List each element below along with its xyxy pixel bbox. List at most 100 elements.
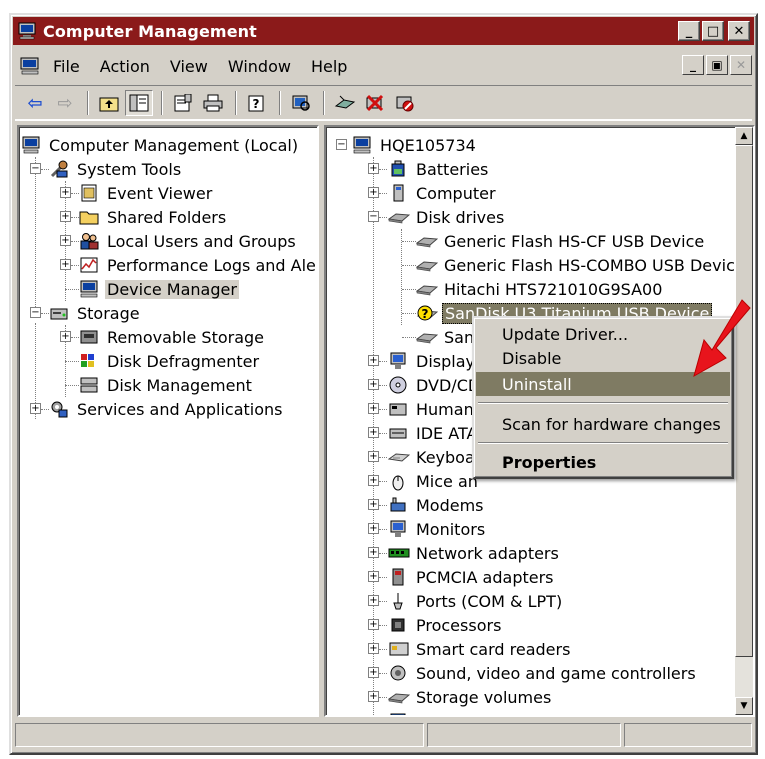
- collapse-toggle[interactable]: −: [336, 139, 347, 150]
- menu-help[interactable]: Help: [311, 57, 347, 76]
- tree-node-system-tools[interactable]: System Tools: [49, 157, 183, 181]
- child-close-button[interactable]: ✕: [730, 55, 752, 75]
- maximize-button[interactable]: □: [702, 21, 724, 41]
- menu-view[interactable]: View: [170, 57, 208, 76]
- collapse-toggle[interactable]: −: [30, 307, 41, 318]
- tree-node-storage[interactable]: Storage: [49, 301, 142, 325]
- menu-properties[interactable]: Properties: [476, 450, 730, 474]
- device-root-hqe105734[interactable]: HQE105734: [352, 133, 478, 157]
- device-node-12[interactable]: IDE ATA: [388, 421, 479, 445]
- device-node-6[interactable]: Hitachi HTS721010G9SA00: [415, 277, 664, 301]
- device-node-15[interactable]: Modems: [388, 493, 486, 517]
- child-minimize-button[interactable]: _: [682, 55, 704, 75]
- device-node-24[interactable]: System devices: [388, 709, 544, 715]
- collapse-toggle[interactable]: −: [368, 211, 379, 222]
- expand-toggle[interactable]: +: [368, 427, 379, 438]
- expand-toggle[interactable]: +: [368, 355, 379, 366]
- device-node-2[interactable]: Computer: [388, 181, 498, 205]
- child-restore-button[interactable]: ▣: [706, 55, 728, 75]
- expand-toggle[interactable]: +: [368, 667, 379, 678]
- disk-drive-icon: [415, 327, 439, 347]
- help-icon: ?: [248, 95, 264, 112]
- tree-node-services-applications[interactable]: Services and Applications: [49, 397, 284, 421]
- device-node-19[interactable]: Ports (COM & LPT): [388, 589, 564, 613]
- print-button[interactable]: [199, 90, 227, 116]
- forward-button[interactable]: ⇨: [51, 90, 79, 116]
- device-node-10[interactable]: DVD/CD: [388, 373, 482, 397]
- device-node-4[interactable]: Generic Flash HS-CF USB Device: [415, 229, 706, 253]
- device-node-8[interactable]: San: [415, 325, 476, 349]
- device-node-18[interactable]: PCMCIA adapters: [388, 565, 556, 589]
- tree-node-computer-management[interactable]: Computer Management (Local): [21, 133, 300, 157]
- expand-toggle[interactable]: +: [368, 547, 379, 558]
- expand-toggle[interactable]: +: [368, 451, 379, 462]
- vertical-scrollbar[interactable]: ▲ ▼: [735, 127, 753, 715]
- expand-toggle[interactable]: +: [368, 187, 379, 198]
- tree-node-device-manager[interactable]: Device Manager: [79, 277, 239, 301]
- expand-toggle[interactable]: +: [368, 379, 379, 390]
- scroll-down-button[interactable]: ▼: [735, 697, 753, 715]
- device-node-23[interactable]: Storage volumes: [387, 685, 553, 709]
- device-node-17[interactable]: Network adapters: [388, 541, 561, 565]
- back-button[interactable]: ⇦: [21, 90, 49, 116]
- tree-node-disk-management[interactable]: Disk Management: [79, 373, 254, 397]
- expand-toggle[interactable]: +: [368, 691, 379, 702]
- menu-file[interactable]: File: [53, 57, 80, 76]
- device-node-20[interactable]: Processors: [388, 613, 503, 637]
- expand-toggle[interactable]: +: [60, 211, 71, 222]
- tree-node-shared-folders[interactable]: Shared Folders: [79, 205, 228, 229]
- close-button[interactable]: ✕: [728, 21, 750, 41]
- mmc-document-icon[interactable]: [19, 55, 41, 77]
- device-node-11[interactable]: Human I: [388, 397, 486, 421]
- expand-toggle[interactable]: +: [368, 163, 379, 174]
- scroll-thumb[interactable]: [735, 145, 753, 657]
- device-node-16[interactable]: Monitors: [388, 517, 487, 541]
- performance-icon: [79, 255, 99, 275]
- tree-node-local-users-groups[interactable]: Local Users and Groups: [79, 229, 298, 253]
- tree-node-event-viewer[interactable]: Event Viewer: [79, 181, 214, 205]
- monitor-icon: [388, 519, 408, 539]
- show-hide-console-tree-button[interactable]: [125, 90, 153, 116]
- expand-toggle[interactable]: +: [30, 403, 41, 414]
- help-button[interactable]: ?: [243, 90, 271, 116]
- expand-toggle[interactable]: +: [60, 187, 71, 198]
- properties-toolbar-button[interactable]: [169, 90, 197, 116]
- device-node-3[interactable]: Disk drives: [387, 205, 506, 229]
- expand-toggle[interactable]: +: [60, 331, 71, 342]
- device-node-22[interactable]: Sound, video and game controllers: [388, 661, 698, 685]
- menu-scan-hardware[interactable]: Scan for hardware changes: [476, 412, 730, 436]
- update-driver-icon: [334, 95, 356, 109]
- expand-toggle[interactable]: +: [368, 715, 379, 717]
- minimize-button[interactable]: _: [678, 21, 700, 41]
- update-driver-button[interactable]: [331, 90, 359, 116]
- collapse-toggle[interactable]: −: [30, 163, 41, 174]
- console-tree-pane[interactable]: Computer Management (Local) − System Too…: [17, 125, 319, 717]
- expand-toggle[interactable]: +: [368, 595, 379, 606]
- device-node-5[interactable]: Generic Flash HS-COMBO USB Device: [415, 253, 747, 277]
- tree-node-performance-logs[interactable]: Performance Logs and Alerts: [79, 253, 317, 277]
- expand-toggle[interactable]: +: [368, 475, 379, 486]
- uninstall-toolbar-button[interactable]: [361, 90, 389, 116]
- expand-toggle[interactable]: +: [368, 619, 379, 630]
- expand-toggle[interactable]: +: [368, 523, 379, 534]
- device-node-14[interactable]: Mice an: [388, 469, 480, 493]
- menu-action[interactable]: Action: [100, 57, 150, 76]
- up-one-level-button[interactable]: [95, 90, 123, 116]
- device-node-21[interactable]: Smart card readers: [388, 637, 572, 661]
- expand-toggle[interactable]: +: [368, 643, 379, 654]
- expand-toggle[interactable]: +: [368, 571, 379, 582]
- scan-hardware-button[interactable]: [287, 90, 315, 116]
- expand-toggle[interactable]: +: [60, 235, 71, 246]
- expand-toggle[interactable]: +: [60, 259, 71, 270]
- expand-toggle[interactable]: +: [368, 499, 379, 510]
- scroll-up-button[interactable]: ▲: [735, 127, 753, 145]
- tree-node-disk-defragmenter[interactable]: Disk Defragmenter: [79, 349, 261, 373]
- title-bar[interactable]: Computer Management _ □ ✕: [13, 17, 754, 45]
- menu-window[interactable]: Window: [228, 57, 291, 76]
- tree-node-removable-storage[interactable]: Removable Storage: [79, 325, 266, 349]
- expand-toggle[interactable]: +: [368, 403, 379, 414]
- device-node-1[interactable]: Batteries: [388, 157, 490, 181]
- disable-toolbar-button[interactable]: [391, 90, 419, 116]
- disk-management-icon: [79, 375, 99, 395]
- device-node-13[interactable]: Keyboar: [387, 445, 483, 469]
